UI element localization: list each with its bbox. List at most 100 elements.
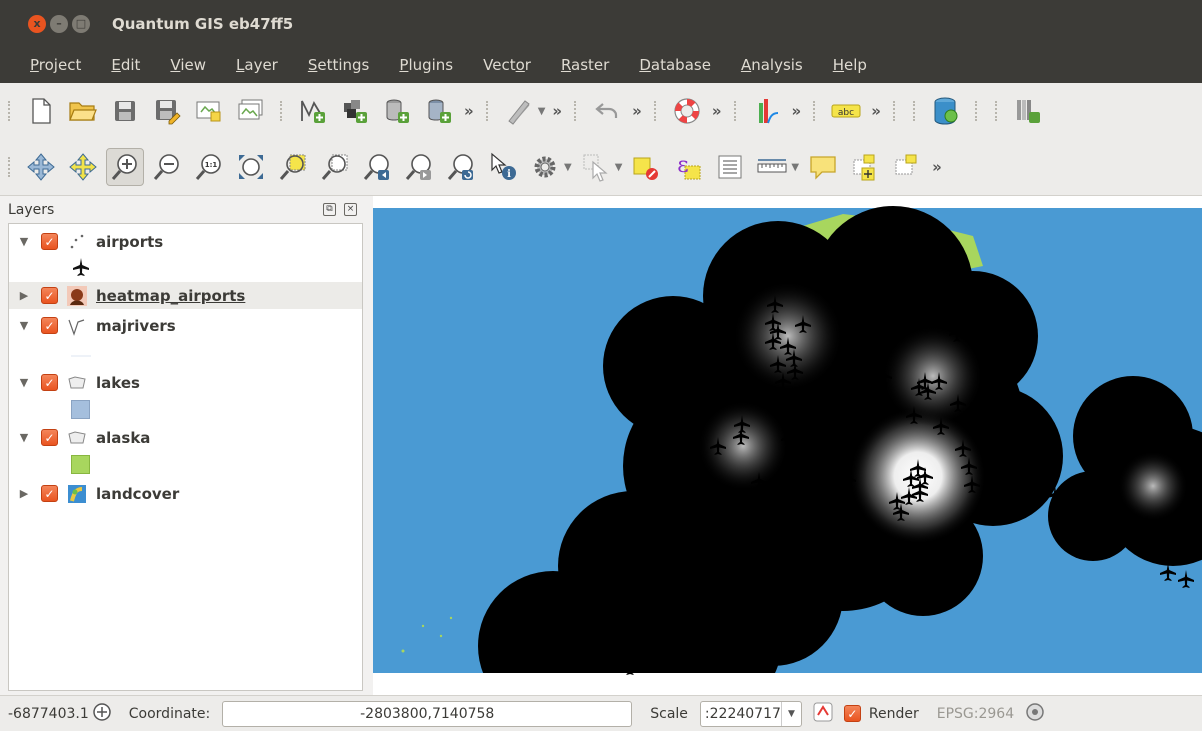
toolbar-grip[interactable] <box>8 101 14 121</box>
layer-visibility-checkbox[interactable]: ✓ <box>41 233 58 250</box>
refresh-button[interactable] <box>442 148 480 186</box>
zoom-out-button[interactable] <box>148 148 186 186</box>
expand-arrow-icon[interactable]: ▼ <box>13 376 35 389</box>
toolbar-grip[interactable] <box>574 101 580 121</box>
label-button[interactable]: abc <box>827 92 865 130</box>
layer-row-majrivers[interactable]: ▼ ✓ majrivers <box>9 312 362 339</box>
new-shapefile-button[interactable] <box>294 92 332 130</box>
raster-histogram-button[interactable] <box>748 92 786 130</box>
menu-plugins[interactable]: Plugins <box>386 56 466 74</box>
db-manager-button[interactable] <box>927 92 965 130</box>
new-spatialite-layer-button[interactable] <box>336 92 374 130</box>
toolbar-grip[interactable] <box>994 101 1001 121</box>
run-feature-action-button[interactable] <box>526 148 564 186</box>
dropdown-arrow-icon[interactable]: ▼ <box>791 162 799 173</box>
menu-edit[interactable]: Edit <box>98 56 153 74</box>
maximize-window-button[interactable]: □ <box>72 14 90 33</box>
toolbar-grip[interactable] <box>653 101 660 121</box>
stop-render-button[interactable] <box>812 701 834 727</box>
undo-button[interactable] <box>588 92 626 130</box>
menu-raster[interactable]: Raster <box>548 56 622 74</box>
new-print-composer-button[interactable] <box>190 92 228 130</box>
zoom-last-button[interactable] <box>358 148 396 186</box>
identify-features-button[interactable]: i <box>484 148 522 186</box>
crs-label[interactable]: EPSG:2964 <box>937 706 1014 722</box>
expand-arrow-icon[interactable]: ▼ <box>13 235 35 248</box>
menu-view[interactable]: View <box>157 56 219 74</box>
toolbar-grip[interactable] <box>892 101 899 121</box>
close-panel-icon[interactable]: × <box>344 203 357 216</box>
toolbar-grip[interactable] <box>8 157 14 177</box>
float-panel-icon[interactable]: ⧉ <box>323 203 336 216</box>
collapse-arrow-icon[interactable]: ▶ <box>13 289 35 302</box>
measure-line-button[interactable] <box>753 148 791 186</box>
collapse-arrow-icon[interactable]: ▶ <box>13 487 35 500</box>
toolbar-grip[interactable] <box>485 101 492 121</box>
crs-status-icon[interactable] <box>1024 701 1046 727</box>
toolbar-overflow-chevron[interactable]: » <box>871 102 881 120</box>
zoom-to-selection-button[interactable] <box>274 148 312 186</box>
composer-manager-button[interactable] <box>232 92 270 130</box>
map-canvas[interactable] <box>373 196 1202 695</box>
close-window-button[interactable]: x <box>28 14 46 33</box>
select-by-expression-button[interactable]: ε <box>669 148 707 186</box>
add-postgis-layer-button[interactable] <box>420 92 458 130</box>
toolbar-grip[interactable] <box>974 101 981 121</box>
new-bookmark-button[interactable] <box>846 148 884 186</box>
toolbar-grip[interactable] <box>912 101 919 121</box>
dropdown-arrow-icon[interactable]: ▼ <box>564 162 572 173</box>
menu-analysis[interactable]: Analysis <box>728 56 816 74</box>
rotation-icon[interactable] <box>91 701 113 727</box>
help-contents-button[interactable] <box>668 92 706 130</box>
zoom-next-button[interactable] <box>400 148 438 186</box>
open-project-button[interactable] <box>64 92 102 130</box>
toolbar-overflow-chevron[interactable]: » <box>632 102 642 120</box>
digitize-button[interactable] <box>500 92 538 130</box>
toolbar-overflow-chevron[interactable]: » <box>792 102 802 120</box>
menu-layer[interactable]: Layer <box>223 56 291 74</box>
map-tips-button[interactable] <box>804 148 842 186</box>
deselect-all-button[interactable] <box>627 148 665 186</box>
dropdown-arrow-icon[interactable]: ▼ <box>538 106 546 117</box>
toolbar-overflow-chevron[interactable]: » <box>932 158 942 176</box>
layer-row-alaska[interactable]: ▼ ✓ alaska <box>9 424 362 451</box>
layer-visibility-checkbox[interactable]: ✓ <box>41 374 58 391</box>
add-database-layer-button[interactable] <box>378 92 416 130</box>
menu-vector[interactable]: Vector <box>470 56 544 74</box>
zoom-full-button[interactable] <box>232 148 270 186</box>
open-attribute-table-button[interactable] <box>711 148 749 186</box>
pan-map-button[interactable] <box>22 148 60 186</box>
show-bookmarks-button[interactable] <box>888 148 926 186</box>
raster-tools-button[interactable] <box>1009 92 1047 130</box>
expand-arrow-icon[interactable]: ▼ <box>13 319 35 332</box>
minimize-window-button[interactable]: – <box>50 14 68 33</box>
chevron-down-icon[interactable]: ▼ <box>780 701 801 726</box>
layer-row-lakes[interactable]: ▼ ✓ lakes <box>9 369 362 396</box>
toolbar-grip[interactable] <box>733 101 740 121</box>
zoom-to-layer-button[interactable] <box>316 148 354 186</box>
toolbar-overflow-chevron[interactable]: » <box>712 102 722 120</box>
scale-combobox[interactable]: :22240717 ▼ <box>699 700 802 727</box>
menu-project[interactable]: Project <box>18 56 94 74</box>
layer-row-airports[interactable]: ▼ ✓ airports <box>9 228 362 255</box>
dropdown-arrow-icon[interactable]: ▼ <box>615 162 623 173</box>
render-checkbox[interactable]: ✓ <box>843 705 861 722</box>
menu-database[interactable]: Database <box>626 56 724 74</box>
coordinate-field[interactable]: -2803800,7140758 <box>222 700 633 727</box>
toolbar-overflow-chevron[interactable]: » <box>464 102 474 120</box>
layer-visibility-checkbox[interactable]: ✓ <box>41 287 58 304</box>
layer-row-heatmap-airports[interactable]: ▶ ✓ heatmap_airports <box>9 282 362 309</box>
toolbar-grip[interactable] <box>813 101 819 121</box>
layer-visibility-checkbox[interactable]: ✓ <box>41 429 58 446</box>
layer-visibility-checkbox[interactable]: ✓ <box>41 485 58 502</box>
layer-visibility-checkbox[interactable]: ✓ <box>41 317 58 334</box>
toolbar-grip[interactable] <box>280 101 286 121</box>
toolbar-overflow-chevron[interactable]: » <box>552 102 562 120</box>
menu-help[interactable]: Help <box>820 56 880 74</box>
menu-settings[interactable]: Settings <box>295 56 383 74</box>
expand-arrow-icon[interactable]: ▼ <box>13 431 35 444</box>
zoom-in-button[interactable] <box>106 148 144 186</box>
save-as-button[interactable] <box>148 92 186 130</box>
layer-row-landcover[interactable]: ▶ ✓ landcover <box>9 480 362 507</box>
zoom-actual-size-button[interactable]: 1:1 <box>190 148 228 186</box>
